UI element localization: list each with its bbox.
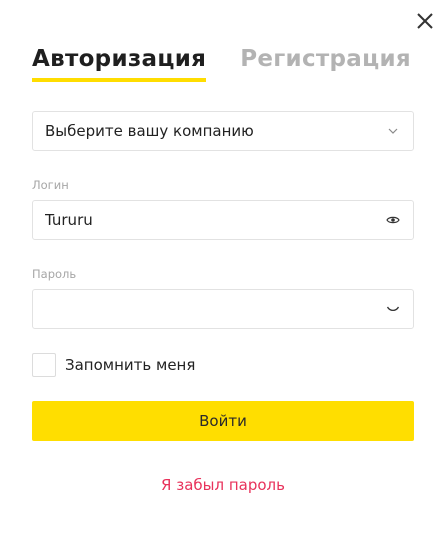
- remember-me[interactable]: Запомнить меня: [32, 353, 195, 377]
- eye-icon[interactable]: [385, 212, 401, 228]
- close-button[interactable]: [414, 10, 436, 32]
- chevron-down-icon: [385, 123, 401, 139]
- close-icon: [417, 13, 433, 29]
- tab-login[interactable]: Авторизация: [32, 46, 207, 82]
- tab-register[interactable]: Регистрация: [240, 46, 411, 82]
- login-input[interactable]: Tururu: [32, 200, 414, 240]
- forgot-password-link[interactable]: Я забыл пароль: [0, 476, 446, 494]
- eye-closed-icon[interactable]: [385, 301, 401, 317]
- login-label: Логин: [32, 178, 69, 192]
- password-label: Пароль: [32, 267, 77, 281]
- auth-tabs: Авторизация Регистрация: [32, 46, 411, 82]
- login-input-value: Tururu: [45, 211, 93, 229]
- login-button[interactable]: Войти: [32, 401, 414, 441]
- remember-label: Запомнить меня: [65, 356, 196, 374]
- company-select-value: Выберите вашу компанию: [45, 122, 254, 140]
- password-input[interactable]: [32, 289, 414, 329]
- company-select[interactable]: Выберите вашу компанию: [32, 111, 414, 151]
- remember-checkbox[interactable]: [32, 353, 56, 377]
